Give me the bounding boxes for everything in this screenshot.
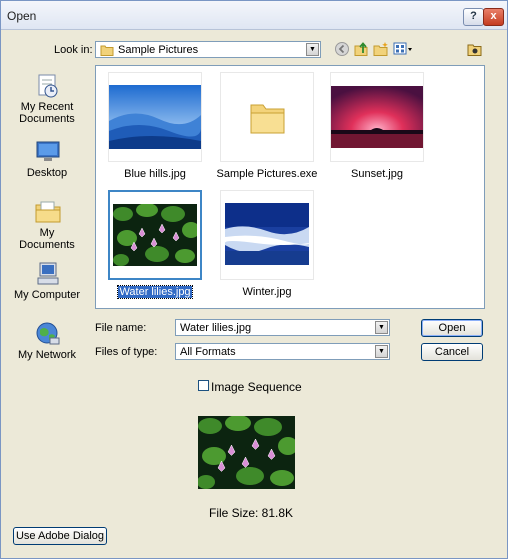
thumbnail (330, 72, 424, 162)
file-name: Water lilies.jpg (117, 285, 193, 299)
back-icon[interactable] (334, 41, 350, 57)
chevron-down-icon[interactable]: ▼ (306, 43, 319, 56)
file-name: Sunset.jpg (351, 168, 403, 180)
thumbnail (220, 72, 314, 162)
folder-icon (250, 104, 285, 134)
cancel-button[interactable]: Cancel (421, 343, 483, 361)
place-label: Desktop (26, 167, 68, 179)
look-in-value: Sample Pictures (118, 44, 199, 56)
my-network-icon (36, 322, 60, 345)
my-documents-icon (35, 201, 61, 223)
place-recent-documents[interactable]: My Recent Documents (11, 69, 83, 129)
file-item[interactable]: Sample Pictures.exe (212, 72, 322, 190)
file-name: Winter.jpg (242, 286, 292, 298)
place-label: My Documents (19, 227, 75, 251)
file-item[interactable]: Sunset.jpg (322, 72, 432, 190)
file-name-input[interactable]: Water lilies.jpg ▼ (175, 319, 390, 336)
blue-hills-thumbnail (109, 85, 201, 149)
use-adobe-dialog-button[interactable]: Use Adobe Dialog (13, 527, 107, 545)
water-lilies-thumbnail (113, 204, 197, 266)
file-item[interactable]: Winter.jpg (212, 190, 322, 308)
place-desktop[interactable]: Desktop (11, 135, 83, 195)
open-dialog: Open ? x Look in: Sample Pictures ▼ My R… (0, 0, 508, 559)
thumbnail (108, 72, 202, 162)
recent-documents-icon (38, 74, 58, 98)
place-my-computer[interactable]: My Computer (11, 257, 83, 317)
help-button[interactable]: ? (463, 8, 484, 26)
up-folder-icon[interactable] (353, 41, 369, 57)
image-sequence-checkbox[interactable] (198, 380, 209, 391)
views-menu-icon[interactable] (393, 41, 413, 57)
image-preview (198, 416, 295, 489)
place-label: My Network (17, 349, 77, 361)
file-name-value: Water lilies.jpg (180, 322, 252, 334)
place-my-documents[interactable]: My Documents (11, 195, 83, 255)
folder-icon (100, 45, 114, 56)
file-type-dropdown[interactable]: All Formats ▼ (175, 343, 390, 360)
places-bar: My Recent Documents Desktop My Documents (11, 65, 83, 361)
image-sequence-label: Image Sequence (211, 380, 302, 394)
look-in-label: Look in: (54, 44, 93, 56)
open-button[interactable]: Open (421, 319, 483, 337)
file-item[interactable]: Blue hills.jpg (100, 72, 210, 190)
place-label: My Recent Documents (19, 101, 75, 125)
new-folder-icon[interactable] (373, 41, 389, 57)
file-name: Blue hills.jpg (124, 168, 186, 180)
file-name: Sample Pictures.exe (216, 168, 318, 180)
title-bar: Open ? x (1, 1, 507, 30)
winter-thumbnail (225, 203, 309, 265)
sunset-thumbnail (331, 86, 423, 148)
file-list[interactable]: Blue hills.jpg Sample Pictures.exe Sunse… (95, 65, 485, 309)
desktop-icon (36, 141, 60, 161)
place-label: My Computer (13, 289, 81, 301)
chevron-down-icon[interactable]: ▼ (375, 321, 388, 334)
thumbnail (108, 190, 202, 280)
close-button[interactable]: x (483, 8, 504, 26)
look-in-dropdown[interactable]: Sample Pictures ▼ (95, 41, 321, 58)
my-computer-icon (37, 262, 59, 285)
file-size-text: File Size: 81.8K (209, 506, 294, 520)
chevron-down-icon[interactable]: ▼ (375, 345, 388, 358)
thumbnail (220, 190, 314, 280)
place-my-network[interactable]: My Network (11, 317, 83, 377)
file-type-label: Files of type: (95, 346, 158, 358)
file-item-selected[interactable]: Water lilies.jpg (100, 190, 210, 308)
file-name-label: File name: (95, 322, 147, 334)
favorite-folder-icon[interactable] (467, 41, 483, 57)
file-type-value: All Formats (180, 346, 236, 358)
window-title: Open (7, 9, 37, 23)
